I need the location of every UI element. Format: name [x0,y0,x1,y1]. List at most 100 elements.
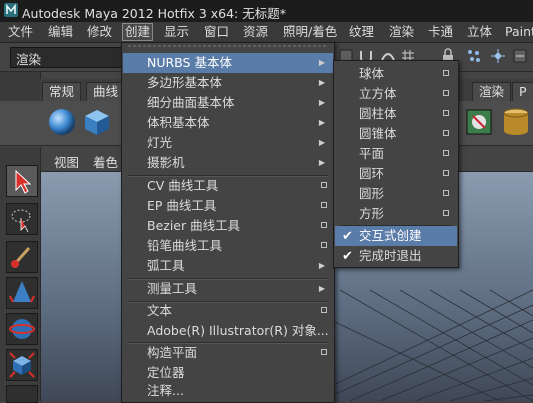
menu-item-text[interactable]: 文本 [123,301,333,321]
option-box-icon[interactable] [443,130,449,136]
submenu-item-sphere[interactable]: 球体 [335,64,457,84]
shelf-tab-curves[interactable]: 曲线 [86,82,126,101]
menu-modify[interactable]: 修改 [87,24,112,40]
menu-paint[interactable]: Paint [505,24,533,40]
option-box-icon[interactable] [443,210,449,216]
menu-item-pencil-curve-tool[interactable]: 铅笔曲线工具 [123,236,333,256]
nurbs-primitives-submenu: 球体 立方体 圆柱体 圆锥体 平面 圆环 圆形 方形 ✔ 交互式创建 ✔ 完成时… [333,60,459,268]
menu-item-cv-curve-tool[interactable]: CV 曲线工具 [123,176,333,196]
option-box-icon[interactable] [443,170,449,176]
arrow-cursor-icon [15,169,32,194]
submenu-item-cone[interactable]: 圆锥体 [335,124,457,144]
submenu-item-cube[interactable]: 立方体 [335,84,457,104]
menu-lighting-shading[interactable]: 照明/着色 [283,24,337,40]
menu-stereo[interactable]: 立体 [467,24,492,40]
rotate-tool[interactable] [6,313,38,345]
menu-item-arc-tools[interactable]: 弧工具 ▶ [123,256,333,276]
cylinder-icon[interactable] [500,105,532,139]
render-particles-icon[interactable] [466,48,482,64]
menu-window[interactable]: 窗口 [204,24,229,40]
manipulator-tool[interactable] [6,385,38,403]
paint-select-tool[interactable] [6,241,38,273]
submenu-arrow-icon: ▶ [318,78,325,87]
menu-create[interactable]: 创建 [121,23,154,41]
render-sparkle-icon[interactable] [490,48,506,64]
sphere-rotate-icon [9,319,35,339]
panel-menu-view[interactable]: 视图 [54,152,79,171]
shelf-tab-general[interactable]: 常规 [42,82,82,101]
menu-set-value: 渲染 [16,52,42,67]
panel-menu-shading[interactable]: 着色 [93,152,118,171]
option-box-icon[interactable] [321,202,327,208]
create-menu-dropdown: NURBS 基本体 ▶ 多边形基本体 ▶ 细分曲面基本体 ▶ 体积基本体 ▶ 灯… [121,42,335,403]
menu-file[interactable]: 文件 [8,24,33,40]
menu-item-nurbs-primitives[interactable]: NURBS 基本体 ▶ [123,53,333,73]
render-settings-icon[interactable] [512,48,528,64]
menu-edit[interactable]: 编辑 [48,24,73,40]
submenu-arrow-icon: ▶ [318,158,325,167]
menu-assets[interactable]: 资源 [243,24,268,40]
submenu-arrow-icon: ▶ [318,284,325,293]
menu-item-lights[interactable]: 灯光 ▶ [123,133,333,153]
shelf-tab-p[interactable]: P [512,82,533,101]
menu-item-measure-tools[interactable]: 测量工具 ▶ [123,279,333,299]
menu-set-dropdown[interactable]: 渲染 [10,47,138,68]
menu-item-adobe-illustrator-object[interactable]: Adobe(R) Illustrator(R) 对象... [123,321,333,341]
submenu-item-torus[interactable]: 圆环 [335,164,457,184]
submenu-item-exit-on-completion[interactable]: ✔ 完成时退出 [335,246,457,266]
menu-display[interactable]: 显示 [164,24,189,40]
option-box-icon[interactable] [443,70,449,76]
option-box-icon[interactable] [443,110,449,116]
move-tool[interactable] [6,277,38,309]
option-box-icon[interactable] [443,150,449,156]
option-box-icon[interactable] [443,190,449,196]
option-box-icon[interactable] [321,242,327,248]
lasso-icon [11,209,31,233]
checkmark-icon: ✔ [342,229,353,244]
menu-item-subdiv-primitives[interactable]: 细分曲面基本体 ▶ [123,93,333,113]
menu-item-volume-primitives[interactable]: 体积基本体 ▶ [123,113,333,133]
nurbs-sphere-icon[interactable] [46,105,78,139]
menu-toon[interactable]: 卡通 [428,24,453,40]
cube-scale-icon [9,352,35,378]
submenu-arrow-icon: ▶ [318,98,325,107]
checkmark-icon: ✔ [342,249,353,264]
option-box-icon[interactable] [443,90,449,96]
menu-texturing[interactable]: 纹理 [349,24,374,40]
submenu-arrow-icon: ▶ [318,118,325,127]
option-box-icon[interactable] [321,349,327,355]
tear-off-handle[interactable] [122,43,332,49]
menu-item-ep-curve-tool[interactable]: EP 曲线工具 [123,196,333,216]
submenu-item-square[interactable]: 方形 [335,204,457,224]
main-menu-bar: 文件 编辑 修改 创建 显示 窗口 资源 照明/着色 纹理 渲染 卡通 立体 P… [0,22,533,43]
submenu-item-circle[interactable]: 圆形 [335,184,457,204]
menu-render[interactable]: 渲染 [389,24,414,40]
tool-box [0,147,41,403]
menu-item-bezier-curve-tool[interactable]: Bezier 曲线工具 [123,216,333,236]
option-box-icon[interactable] [321,182,327,188]
option-box-icon[interactable] [321,307,327,313]
menu-item-annotation[interactable]: 注释... [123,381,333,401]
maya-logo-icon [4,3,18,17]
submenu-item-interactive-creation[interactable]: ✔ 交互式创建 [335,226,457,246]
submenu-item-cylinder[interactable]: 圆柱体 [335,104,457,124]
submenu-arrow-icon: ▶ [318,138,325,147]
option-box-icon[interactable] [321,222,327,228]
nurbs-cube-icon[interactable] [82,107,112,137]
window-title: Autodesk Maya 2012 Hotfix 3 x64: 无标题* [22,6,286,21]
select-tool[interactable] [6,165,38,197]
menu-item-locator[interactable]: 定位器 [123,363,333,383]
scale-tool[interactable] [6,349,38,381]
paint-brush-icon [11,247,31,268]
menu-item-construction-plane[interactable]: 构造平面 [123,343,333,363]
render-view-icon[interactable] [464,107,494,137]
submenu-arrow-icon: ▶ [318,58,325,67]
title-bar: Autodesk Maya 2012 Hotfix 3 x64: 无标题* [0,0,533,23]
menu-item-cameras[interactable]: 摄影机 ▶ [123,153,333,173]
submenu-item-plane[interactable]: 平面 [335,144,457,164]
cone-icon [9,281,35,303]
lasso-tool[interactable] [6,203,38,235]
submenu-arrow-icon: ▶ [318,261,325,270]
menu-item-polygon-primitives[interactable]: 多边形基本体 ▶ [123,73,333,93]
shelf-tab-rendering[interactable]: 渲染 [472,82,512,101]
